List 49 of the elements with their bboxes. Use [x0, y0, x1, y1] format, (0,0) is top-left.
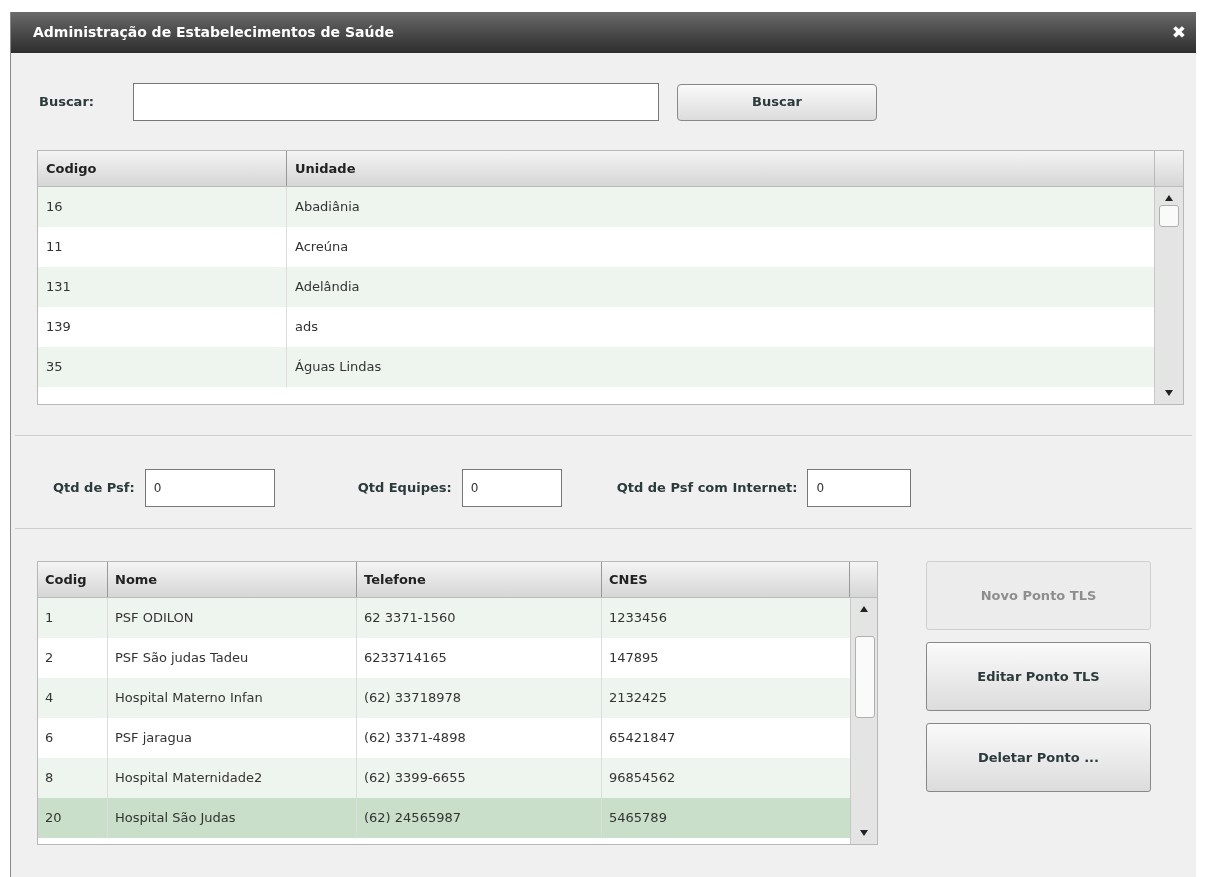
table-row[interactable]: 20 Hospital São Judas (62) 24565987 5465789	[38, 798, 850, 838]
column-header[interactable]: Telefone	[357, 562, 602, 597]
scroll-down-icon[interactable]	[1165, 390, 1173, 396]
scroll-up-icon[interactable]	[860, 606, 868, 612]
scroll-up-icon[interactable]	[1165, 195, 1173, 201]
column-header[interactable]: Nome	[108, 562, 357, 597]
table-row[interactable]: 131 Adelândia	[38, 267, 1154, 307]
count-field[interactable]: 0	[144, 469, 275, 507]
table-cell-text: 5465789	[608, 809, 668, 828]
table-cell: 35	[38, 347, 287, 387]
column-header[interactable]: Codigo	[38, 151, 287, 186]
table-cell-text: 2132425	[608, 689, 668, 708]
column-header[interactable]: Codig	[38, 562, 108, 597]
table-row[interactable]: 4 Hospital Materno Infan (62) 33718978 2132425	[38, 678, 850, 718]
table-row[interactable]: 8 Hospital Maternidade2 (62) 3399-6655 96854562	[38, 758, 850, 798]
table-cell-text: 96854562	[608, 769, 677, 788]
scrollbar[interactable]	[850, 598, 877, 844]
table-cell: (62) 24565987	[357, 798, 602, 838]
table-cell-text: Águas Lindas	[294, 358, 383, 377]
window-title: Administração de Estabelecimentos de Saúde	[33, 23, 394, 42]
table-cell: Hospital São Judas	[108, 798, 357, 838]
table-cell-text: 147895	[608, 649, 660, 668]
count-label: Qtd de Psf:	[53, 479, 135, 498]
table-cell-text: 1233456	[608, 609, 668, 628]
scroll-thumb[interactable]	[855, 636, 875, 718]
action-button[interactable]: Deletar Ponto ...	[926, 723, 1151, 792]
count-label: Qtd Equipes:	[357, 479, 452, 498]
search-field[interactable]	[133, 83, 659, 121]
table-cell: 20	[38, 798, 108, 838]
count-field[interactable]: 0	[807, 469, 912, 507]
table-cell-text: Abadiânia	[294, 198, 361, 217]
close-button[interactable]: ✖	[1171, 24, 1186, 41]
action-button[interactable]: Editar Ponto TLS	[926, 642, 1151, 711]
table-row[interactable]: 16 Abadiânia	[38, 187, 1154, 227]
count-label: Qtd de Psf com Internet:	[616, 479, 798, 498]
scroll-down-icon[interactable]	[860, 830, 868, 836]
scrollbar[interactable]	[1154, 187, 1183, 404]
search-label: Buscar:	[39, 93, 95, 112]
table-cell-text: Acreúna	[294, 238, 350, 257]
column-header[interactable]: CNES	[602, 562, 850, 597]
table-cell-text: ads	[294, 318, 319, 337]
scroll-thumb[interactable]	[1159, 205, 1179, 227]
table-cell-text: 65421847	[608, 729, 677, 748]
search-button[interactable]: Buscar	[677, 83, 877, 121]
count-field[interactable]: 0	[461, 469, 562, 507]
column-header[interactable]: Unidade	[287, 151, 1154, 186]
table-row[interactable]: 35 Águas Lindas	[38, 347, 1154, 387]
table-cell-text: Adelândia	[294, 278, 361, 297]
table-row[interactable]: 1 PSF ODILON 62 3371-1560 1233456	[38, 598, 850, 638]
